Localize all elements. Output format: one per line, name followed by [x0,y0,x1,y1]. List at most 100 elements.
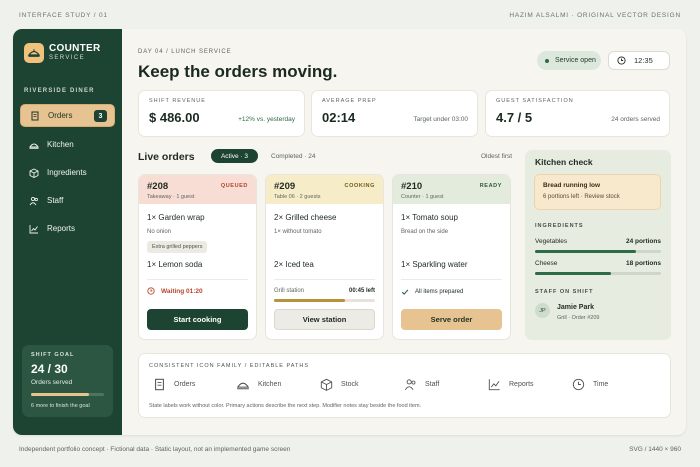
ingredient-level-fill [535,250,636,253]
orders-count-badge: 3 [94,110,107,122]
icon-label: Orders [174,381,196,388]
kitchen-check-title: Kitchen check [535,157,593,167]
sidebar-item-staff[interactable]: Staff [20,189,115,212]
time-left: 00:45 left [348,288,375,294]
people-icon [29,196,38,205]
alert-text: 6 portions left · Review stock [543,194,620,200]
view-station-button[interactable]: View station [274,309,375,330]
order-card-header: #209 COOKING Table 06 · 2 guests [266,175,383,204]
stat-card-prep: AVERAGE PREP 02:14 Target under 03:00 [311,90,478,137]
stock-alert[interactable]: Bread running low 6 portions left · Revi… [534,174,661,210]
people-icon [404,379,416,390]
shift-goal-value: 24 / 30 [31,362,68,376]
shift-goal-progress [31,393,104,396]
item-note: No onion [147,229,172,235]
item-note: Bread on the side [401,229,449,235]
order-item: 2× Grilled cheese [274,213,337,222]
cloche-logo-icon [24,43,44,63]
ingredient-value: 24 portions [625,238,661,245]
time-value: 12:35 [634,56,653,65]
shift-goal-label: SHIFT GOAL [31,352,75,358]
order-item: 1× Lemon soda [147,260,203,269]
sort-dropdown[interactable]: Oldest first [481,153,512,160]
brand-title: COUNTER [49,43,101,54]
icon-sample-reports: Reports [488,378,534,391]
divider [147,279,248,280]
chart-icon [29,224,38,233]
staff-label: STAFF ON SHIFT [535,289,594,295]
page-top-right-label: HAZIM ALSALMI · ORIGINAL VECTOR DESIGN [509,12,681,19]
box-icon [29,167,39,178]
sidebar-item-reports[interactable]: Reports [20,217,115,240]
start-cooking-button[interactable]: Start cooking [147,309,248,330]
ingredients-label: INGREDIENTS [535,223,584,229]
tab-completed[interactable]: Completed · 24 [271,153,315,160]
station-label: Grill station [274,288,305,294]
staff-detail: Grill · Order #209 [557,315,600,321]
alert-title: Bread running low [543,182,601,189]
ingredient-level-bar [535,250,661,253]
cloche-icon [236,382,250,390]
kitchen-check-panel: Kitchen check Bread running low 6 portio… [525,150,671,340]
icon-label: Staff [425,381,440,388]
stat-value: $ 486.00 [149,110,200,125]
item-note: 1× without tomato [274,229,322,235]
restaurant-label: RIVERSIDE DINER [24,88,95,94]
order-meta: Table 06 · 2 guests [274,194,321,200]
icon-sample-orders: Orders [153,378,195,391]
order-card-209[interactable]: #209 COOKING Table 06 · 2 guests 2× Gril… [265,174,384,340]
icon-sample-kitchen: Kitchen [236,378,281,391]
icon-family-panel: CONSISTENT ICON FAMILY / EDITABLE PATHS … [138,353,671,418]
order-card-header: #208 QUEUED Takeaway · 1 guest [139,175,256,204]
stat-value: 02:14 [322,110,356,125]
main-content: DAY 04 / LUNCH SERVICE Keep the orders m… [122,29,686,435]
stat-label: SHIFT REVENUE [149,98,206,104]
order-card-210[interactable]: #210 READY Counter · 1 guest 1× Tomato s… [392,174,511,340]
avatar: JP [535,303,550,318]
order-card-header: #210 READY Counter · 1 guest [393,175,510,204]
ingredient-name: Cheese [535,260,558,267]
clock-icon [147,287,155,295]
order-card-208[interactable]: #208 QUEUED Takeaway · 1 guest 1× Garden… [138,174,257,340]
sidebar-item-kitchen[interactable]: Kitchen [20,133,115,156]
icon-label: Kitchen [258,381,282,388]
ingredient-row: Vegetables 24 portions [535,238,661,245]
cooking-progress-fill [274,299,345,302]
order-status: READY [479,183,502,189]
chart-icon [488,379,500,391]
order-item: 2× Iced tea [274,260,314,269]
icon-family-title: CONSISTENT ICON FAMILY / EDITABLE PATHS [149,363,310,369]
ingredient-value: 18 portions [625,260,661,267]
sidebar-item-orders[interactable]: Orders 3 [20,104,115,127]
ingredient-row: Cheese 18 portions [535,260,661,267]
cloche-icon [29,143,39,149]
stat-note: +12% vs. yesterday [238,116,295,123]
icon-label: Reports [509,381,534,388]
order-item: 1× Tomato soup [401,213,459,222]
icon-label: Time [593,381,609,388]
stat-label: AVERAGE PREP [322,98,377,104]
stat-note: 24 orders served [611,116,660,123]
sidebar-item-ingredients[interactable]: Ingredients [20,161,115,184]
receipt-icon [31,111,39,120]
status-dot-icon [545,58,549,63]
waiting-timer: Waiting 01:20 [147,287,203,295]
box-icon [320,378,333,391]
shift-goal-note: 6 more to finish the goal [31,403,90,409]
icon-label: Stock [341,381,359,388]
order-status: QUEUED [220,183,248,189]
sidebar-item-label: Kitchen [47,140,74,149]
stat-card-revenue: SHIFT REVENUE $ 486.00 +12% vs. yesterda… [138,90,305,137]
sidebar-item-label: Orders [48,111,73,120]
order-meta: Counter · 1 guest [401,194,444,200]
stat-note: Target under 03:00 [413,116,468,123]
service-status-pill[interactable]: Service open [537,51,601,70]
stat-label: GUEST SATISFACTION [496,98,574,104]
tab-active[interactable]: Active · 3 [211,149,258,163]
ingredient-name: Vegetables [535,238,568,245]
serve-order-button[interactable]: Serve order [401,309,502,330]
staff-name[interactable]: Jamie Park [557,304,594,311]
waiting-label: Waiting 01:20 [161,287,203,295]
page-top-left-label: INTERFACE STUDY / 01 [19,12,108,19]
page-title: Keep the orders moving. [138,62,338,81]
